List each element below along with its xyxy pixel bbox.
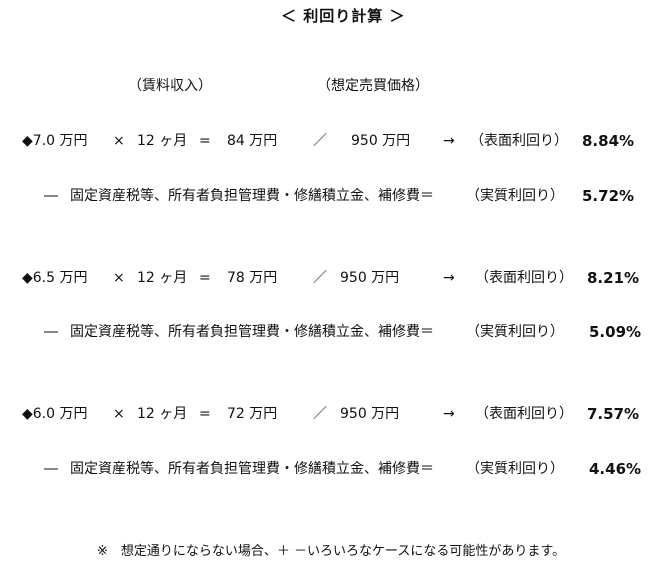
net-dash: ― xyxy=(44,324,58,340)
arrow: → xyxy=(443,133,455,149)
rent-amount: ◆6.5 万円 xyxy=(22,270,88,286)
months: 12 ヶ月 xyxy=(137,270,188,286)
equals-sign: = xyxy=(199,133,211,149)
months: 12 ヶ月 xyxy=(137,133,188,149)
net-yield-label: （実質利回り） xyxy=(466,188,564,204)
net-expense-text: 固定資産税等、所有者負担管理費・修繕積立金、補修費＝ xyxy=(70,461,434,477)
rent-amount: ◆6.0 万円 xyxy=(22,406,88,422)
annual-rent: 84 万円 xyxy=(227,133,278,149)
footnote: ※ 想定通りにならない場合、＋ －いろいろなケースになる可能性があります。 xyxy=(97,544,566,559)
times-sign: × xyxy=(113,270,125,286)
header-assumed-price: （想定売買価格） xyxy=(317,78,429,94)
arrow: → xyxy=(443,270,455,286)
net-yield-value: 5.09% xyxy=(589,323,642,341)
net-yield-label: （実質利回り） xyxy=(466,324,564,340)
price: 950 万円 xyxy=(340,406,400,422)
slash-sign: ／ xyxy=(313,133,327,149)
gross-yield-value: 8.21% xyxy=(587,269,640,287)
net-yield-value: 5.72% xyxy=(582,187,635,205)
gross-yield-value: 8.84% xyxy=(582,132,635,150)
net-yield-label: （実質利回り） xyxy=(466,461,564,477)
gross-yield-label: （表面利回り） xyxy=(475,270,573,286)
net-yield-value: 4.46% xyxy=(589,460,642,478)
equals-sign: = xyxy=(199,270,211,286)
net-dash: ― xyxy=(44,461,58,477)
annual-rent: 72 万円 xyxy=(227,406,278,422)
slash-sign: ／ xyxy=(313,406,327,422)
gross-yield-label: （表面利回り） xyxy=(475,406,573,422)
times-sign: × xyxy=(113,133,125,149)
net-expense-text: 固定資産税等、所有者負担管理費・修繕積立金、補修費＝ xyxy=(70,324,434,340)
annual-rent: 78 万円 xyxy=(227,270,278,286)
gross-yield-value: 7.57% xyxy=(587,405,640,423)
rent-amount: ◆7.0 万円 xyxy=(22,133,88,149)
gross-yield-label: （表面利回り） xyxy=(470,133,568,149)
equals-sign: = xyxy=(199,406,211,422)
net-dash: ― xyxy=(44,188,58,204)
slash-sign: ／ xyxy=(313,270,327,286)
net-expense-text: 固定資産税等、所有者負担管理費・修繕積立金、補修費＝ xyxy=(70,188,434,204)
header-rent-income: （賃料収入） xyxy=(128,78,212,94)
arrow: → xyxy=(443,406,455,422)
price: 950 万円 xyxy=(351,133,411,149)
page-title: ＜ 利回り計算 ＞ xyxy=(281,7,406,25)
months: 12 ヶ月 xyxy=(137,406,188,422)
times-sign: × xyxy=(113,406,125,422)
price: 950 万円 xyxy=(340,270,400,286)
